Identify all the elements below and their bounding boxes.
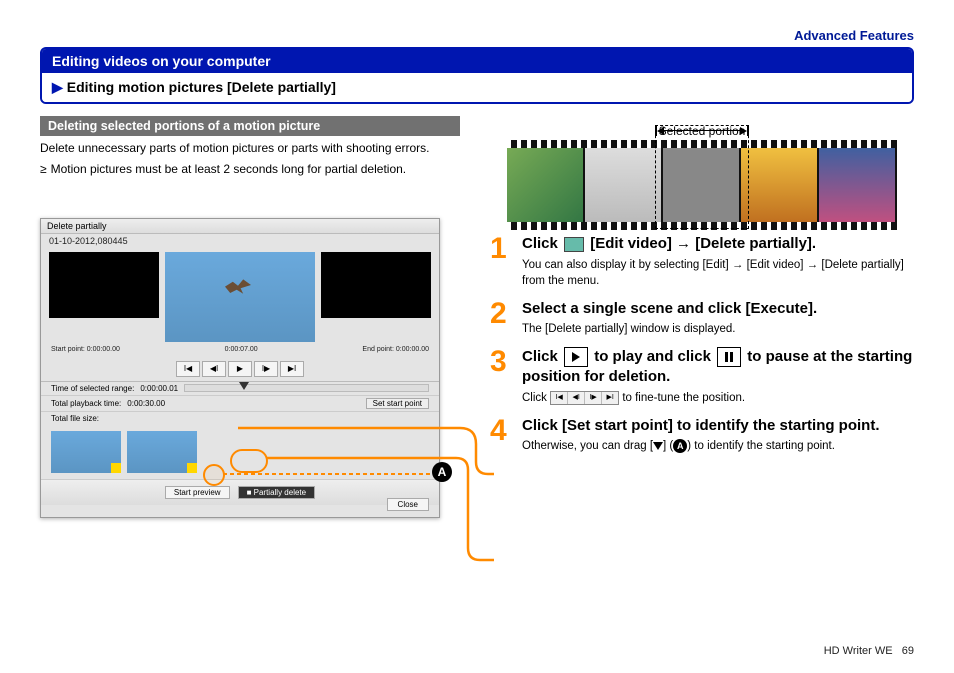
fine-tune-controls-icon: I◀◀II▶▶I xyxy=(550,391,619,405)
step-title: Click [Set start point] to identify the … xyxy=(522,416,914,436)
selected-range-value: 0:00:00.01 xyxy=(140,384,178,393)
step-number: 4 xyxy=(490,416,512,455)
partially-delete-button[interactable]: ■ Partially delete xyxy=(238,486,316,499)
marker-a-icon: A xyxy=(673,439,687,453)
step-number: 1 xyxy=(490,234,512,289)
filmstrip-frame xyxy=(507,148,585,222)
start-point-label: Start point: 0:00:00.00 xyxy=(51,346,120,353)
header-title: Editing videos on your computer xyxy=(42,49,912,73)
step-number: 3 xyxy=(490,347,512,406)
start-preview-button[interactable]: Start preview xyxy=(165,486,230,499)
callout-label-a: A xyxy=(432,462,452,482)
bullet-icon: ≥ xyxy=(40,161,47,178)
advanced-features-link[interactable]: Advanced Features xyxy=(40,28,914,43)
footer-product: HD Writer WE xyxy=(824,645,893,657)
selected-range-label: Time of selected range: xyxy=(51,384,134,393)
step-3: 3 Click to play and click to pause at th… xyxy=(490,347,914,406)
preview-end-frame xyxy=(321,252,431,318)
total-playback-value: 0:00:30.00 xyxy=(127,399,165,408)
end-point-label: End point: 0:00:00.00 xyxy=(362,346,429,353)
footer-page: 69 xyxy=(902,645,914,657)
close-button[interactable]: Close xyxy=(387,498,429,511)
thumbnail-1[interactable] xyxy=(51,431,121,473)
step-title: Click [Edit video] → [Delete partially]. xyxy=(522,234,914,254)
callout-circle-button xyxy=(230,449,268,473)
playback-controls: I◀ ◀I ▶ I▶ ▶I xyxy=(41,357,439,381)
preview-start-frame xyxy=(49,252,159,318)
callout-circle-slider xyxy=(203,464,225,486)
step-title: Click to play and click to pause at the … xyxy=(522,347,914,387)
filmstrip-frame xyxy=(585,148,663,222)
play-icon xyxy=(564,347,588,367)
section-title: Deleting selected portions of a motion p… xyxy=(40,116,460,136)
bird-icon xyxy=(225,279,251,295)
header-subtitle-text: Editing motion pictures [Delete partiall… xyxy=(67,79,336,95)
step-next-button[interactable]: I▶ xyxy=(254,361,278,377)
step-description: You can also display it by selecting [Ed… xyxy=(522,257,914,289)
total-filesize-label: Total file size: xyxy=(51,414,99,423)
slider-marker-icon[interactable] xyxy=(239,382,249,390)
step-description: The [Delete partially] window is display… xyxy=(522,321,914,337)
thumbnail-2[interactable] xyxy=(127,431,197,473)
pause-icon xyxy=(717,347,741,367)
set-start-point-button[interactable]: Set start point xyxy=(366,398,429,409)
preview-main-frame xyxy=(165,252,315,342)
total-playback-label: Total playback time: xyxy=(51,399,121,408)
window-date: 01-10-2012,080445 xyxy=(41,234,439,248)
edit-video-icon xyxy=(564,237,584,252)
intro-paragraph: Delete unnecessary parts of motion pictu… xyxy=(40,140,460,157)
frame-prev-button[interactable]: I◀ xyxy=(176,361,200,377)
step-number: 2 xyxy=(490,299,512,338)
page-header: Editing videos on your computer ▶Editing… xyxy=(40,47,914,104)
step-title: Select a single scene and click [Execute… xyxy=(522,299,914,319)
timecode-label: 0:00:07.00 xyxy=(225,346,258,353)
selection-box xyxy=(655,125,749,229)
frame-next-button[interactable]: ▶I xyxy=(280,361,304,377)
triangle-icon: ▶ xyxy=(52,79,63,96)
header-subtitle: ▶Editing motion pictures [Delete partial… xyxy=(42,73,912,102)
step-description: Click I◀◀II▶▶I to fine-tune the position… xyxy=(522,390,914,406)
step-2: 2 Select a single scene and click [Execu… xyxy=(490,299,914,338)
step-prev-button[interactable]: ◀I xyxy=(202,361,226,377)
filmstrip-diagram xyxy=(507,140,897,214)
triangle-down-icon xyxy=(653,442,663,450)
filmstrip-frame xyxy=(741,148,819,222)
play-button[interactable]: ▶ xyxy=(228,361,252,377)
step-1: 1 Click [Edit video] → [Delete partially… xyxy=(490,234,914,289)
page-footer: HD Writer WE 69 xyxy=(824,645,914,657)
bullet-text: Motion pictures must be at least 2 secon… xyxy=(51,161,407,178)
filmstrip-frame xyxy=(819,148,897,222)
range-slider[interactable] xyxy=(184,384,429,392)
step-4: 4 Click [Set start point] to identify th… xyxy=(490,416,914,455)
window-title: Delete partially xyxy=(41,219,439,234)
step-description: Otherwise, you can drag [] (A) to identi… xyxy=(522,438,914,454)
